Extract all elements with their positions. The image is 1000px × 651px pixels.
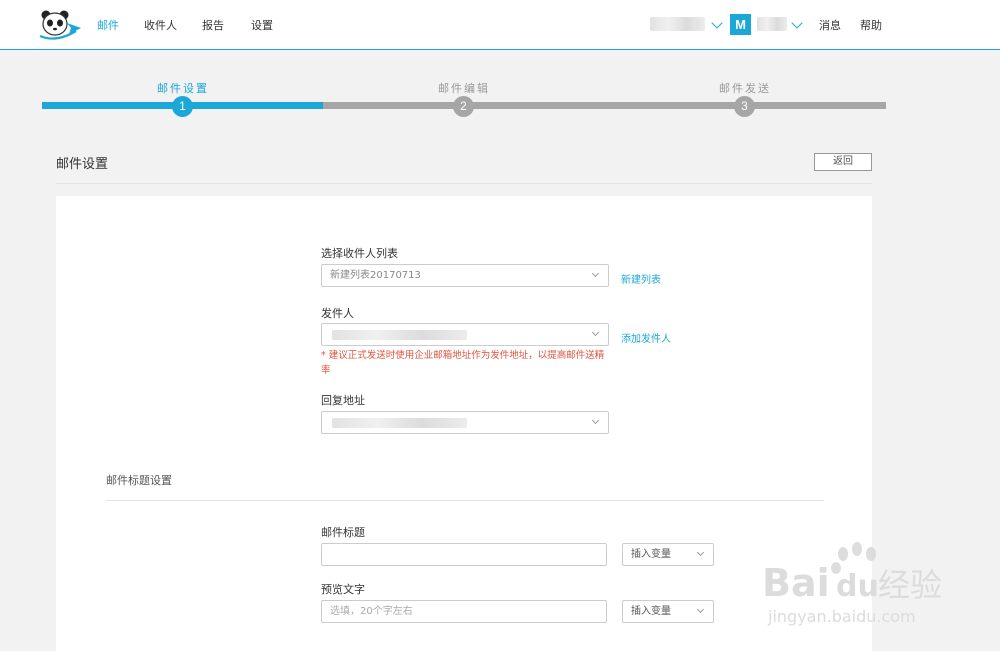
blurred-account-name[interactable]: [650, 17, 705, 31]
recipient-list-select[interactable]: 新建列表20170713: [321, 264, 609, 287]
watermark-brand-suffix: du: [836, 569, 879, 604]
step-circle-3: 3: [734, 96, 755, 117]
nav-settings[interactable]: 设置: [251, 17, 273, 33]
subject-input[interactable]: [321, 543, 607, 566]
page-title: 邮件设置: [56, 157, 109, 172]
insert-variable-label: 插入变量: [631, 549, 671, 560]
recipient-list-value: 新建列表20170713: [330, 270, 421, 281]
sender-select[interactable]: [321, 323, 609, 346]
sender-label: 发件人: [321, 307, 354, 320]
top-header: 邮件 收件人 报告 设置 M 消息 帮助: [0, 0, 1000, 50]
reply-address-select[interactable]: [321, 411, 609, 434]
watermark-brand-cn: 经验: [878, 566, 942, 604]
preview-text-label: 预览文字: [321, 583, 365, 596]
help-link[interactable]: 帮助: [860, 17, 882, 33]
nav-recipients[interactable]: 收件人: [144, 17, 177, 33]
reply-address-label: 回复地址: [321, 394, 365, 407]
step-progress-remaining: [323, 102, 886, 109]
chevron-down-icon[interactable]: [711, 17, 723, 29]
preview-text-input[interactable]: [321, 600, 607, 623]
account-avatar[interactable]: M: [730, 14, 751, 35]
blurred-sender-address: [332, 330, 467, 340]
chevron-down-icon: [696, 548, 705, 557]
chevron-down-icon: [591, 328, 600, 337]
chevron-down-icon: [591, 416, 600, 425]
divider: [56, 183, 872, 184]
baidu-jingyan-watermark: Bai du 经验 jingyan.baidu.com: [762, 542, 942, 626]
chevron-down-icon[interactable]: [791, 17, 803, 29]
subject-section-title: 邮件标题设置: [106, 474, 172, 487]
chevron-down-icon: [591, 269, 600, 278]
step-label-3: 邮件发送: [719, 82, 771, 95]
step-label-1: 邮件设置: [157, 82, 209, 95]
chevron-down-icon: [696, 605, 705, 614]
insert-variable-select-2[interactable]: 插入变量: [622, 600, 714, 623]
add-sender-link[interactable]: 添加发件人: [621, 330, 671, 345]
step-circle-2: 2: [453, 96, 474, 117]
blurred-username[interactable]: [757, 17, 787, 31]
sender-warning: * 建议正式发送时使用企业邮箱地址作为发件地址，以提高邮件送精率: [321, 350, 605, 376]
nav-reports[interactable]: 报告: [202, 17, 224, 33]
recipient-list-label: 选择收件人列表: [321, 247, 398, 260]
insert-variable-select[interactable]: 插入变量: [622, 543, 714, 566]
step-circle-1: 1: [172, 96, 193, 117]
watermark-url: jingyan.baidu.com: [767, 607, 916, 626]
blurred-reply-address: [332, 418, 467, 428]
back-button[interactable]: 返回: [814, 153, 872, 171]
divider: [106, 500, 824, 501]
watermark-brand: Bai: [762, 561, 830, 605]
subject-label: 邮件标题: [321, 526, 365, 539]
step-label-2: 邮件编辑: [438, 82, 490, 95]
insert-variable-label-2: 插入变量: [631, 606, 671, 617]
nav-mail[interactable]: 邮件: [97, 17, 119, 33]
panda-logo-icon[interactable]: [36, 9, 82, 43]
new-list-link[interactable]: 新建列表: [621, 271, 661, 286]
messages-link[interactable]: 消息: [819, 17, 841, 33]
